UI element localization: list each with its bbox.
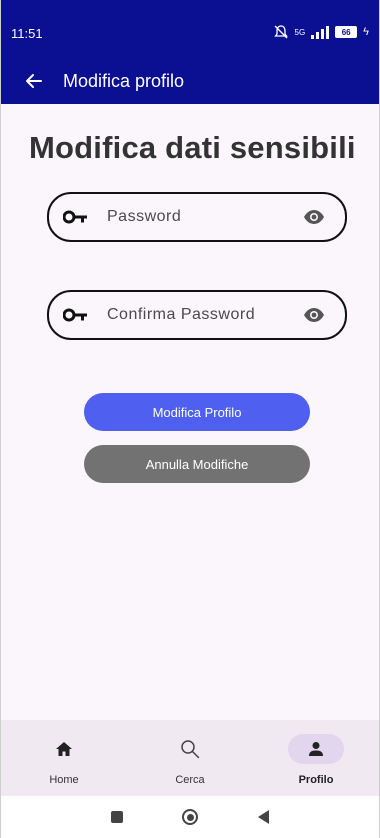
nav-icon-container <box>162 734 218 764</box>
app-bar: Modifica profilo <box>1 58 379 104</box>
nav-label-profilo: Profilo <box>298 774 334 786</box>
person-icon <box>309 742 323 756</box>
eye-icon[interactable] <box>303 307 333 323</box>
signal-icon <box>311 25 330 39</box>
app-bar-title: Modifica profilo <box>63 70 185 91</box>
confirm-password-placeholder: Confirma Password <box>107 306 256 323</box>
nav-icon-container <box>288 734 344 764</box>
battery-level: 66 <box>341 27 351 37</box>
eye-icon[interactable] <box>303 209 333 225</box>
nav-item-profilo[interactable]: Profilo <box>253 720 379 796</box>
search-icon <box>181 740 200 759</box>
page-title: Modifica dati sensibili <box>29 130 356 165</box>
battery-icon: 66 <box>335 26 358 38</box>
device-screen: 11:51 5G 66 ϟ Modifica profilo Modifica … <box>0 0 380 838</box>
back-button[interactable] <box>13 58 55 104</box>
nav-label-home: Home <box>49 774 79 786</box>
home-circle-icon[interactable] <box>182 809 199 825</box>
nav-item-cerca[interactable]: Cerca <box>127 720 253 796</box>
bottom-navigation: Home Cerca Profilo <box>1 720 379 796</box>
key-icon <box>63 308 93 322</box>
back-triangle-icon[interactable] <box>258 810 270 824</box>
network-label: 5G <box>294 27 306 37</box>
arrow-left-icon <box>26 74 42 88</box>
status-bar: 11:51 5G 66 ϟ <box>1 0 379 58</box>
key-icon <box>63 210 93 224</box>
nav-label-cerca: Cerca <box>175 774 205 786</box>
modifica-profilo-button[interactable]: Modifica Profilo <box>84 393 310 431</box>
password-placeholder: Password <box>107 208 182 225</box>
recents-square-icon[interactable] <box>110 811 123 823</box>
status-icons: 5G 66 ϟ <box>273 24 369 40</box>
nav-icon-container <box>36 734 92 764</box>
home-icon <box>56 742 72 756</box>
password-field[interactable]: Password <box>47 192 347 242</box>
status-time: 11:51 <box>11 26 43 41</box>
mute-icon <box>273 25 288 39</box>
confirm-password-field[interactable]: Confirma Password <box>47 290 347 340</box>
annulla-modifiche-button[interactable]: Annulla Modifiche <box>84 445 310 483</box>
system-navigation-bar <box>1 796 379 838</box>
charging-icon: ϟ <box>363 26 369 38</box>
nav-item-home[interactable]: Home <box>1 720 127 796</box>
